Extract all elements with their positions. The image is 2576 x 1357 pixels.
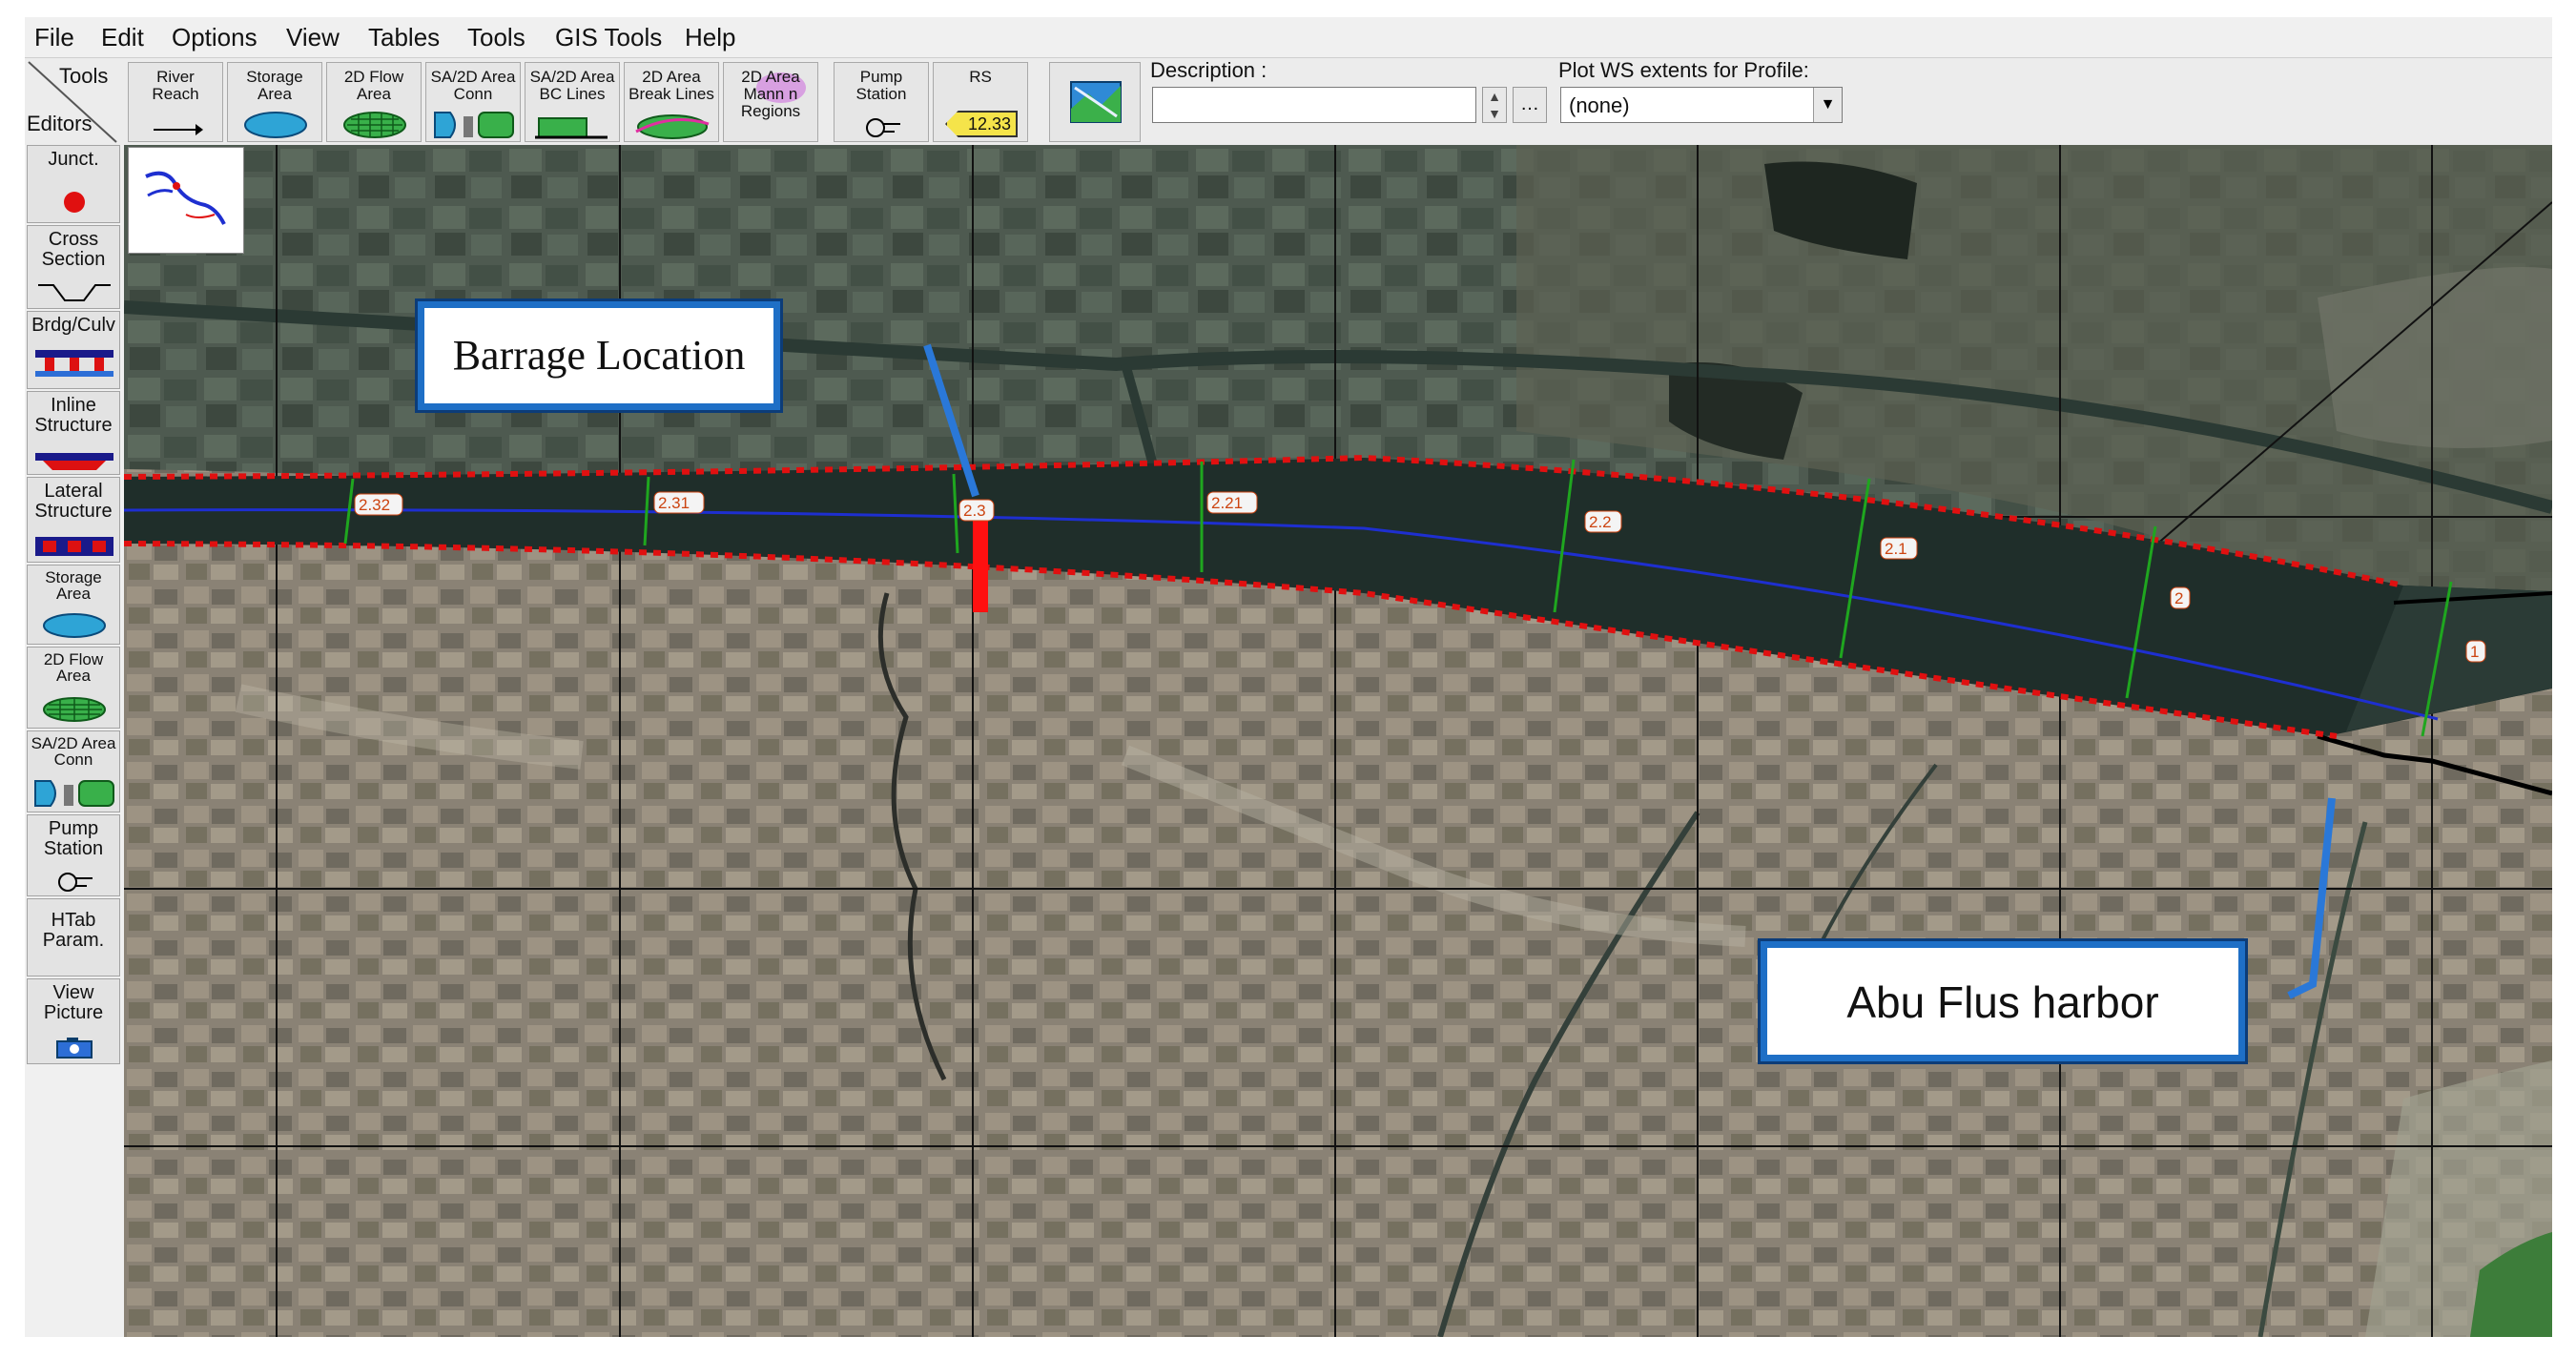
sa-2d-conn-side-button[interactable]: SA/2D Area Conn [27,730,120,812]
pump-station-side-button[interactable]: Pump Station [27,814,120,896]
camera-icon [56,1038,93,1059]
break-lines-icon [635,114,710,139]
rs-button[interactable]: RS 12.33 [933,62,1028,142]
plot-ws-profile-select[interactable]: (none) ▼ [1560,87,1843,123]
brdg-culv-label: Brdg/Culv [31,315,115,336]
menu-help[interactable]: Help [685,23,735,52]
barrage-location-callout: Barrage Location [418,301,780,410]
inline-structure-label: Inline Structure [34,395,113,436]
description-input[interactable] [1152,87,1476,123]
storage-area-icon [244,112,307,138]
junct-label: Junct. [48,149,99,170]
menu-view[interactable]: View [286,23,340,52]
menu-file[interactable]: File [34,23,74,52]
xs-label: 2.1 [1885,540,1907,558]
storage-area-side-button[interactable]: Storage Area [27,565,120,645]
rs-label: RS [969,68,992,86]
sa-2d-conn-side-label: SA/2D Area Conn [31,734,116,769]
toolbar: Tools Editors River Reach Storage Area 2… [25,57,2552,148]
storage-area-side-label: Storage Area [45,568,102,603]
editors-sidebar: Junct. Cross Section Brdg/Culv Inline St… [25,145,126,1337]
abu-flus-harbor-text: Abu Flus harbor [1846,977,2159,1027]
description-label: Description : [1150,58,1267,82]
chevron-down-icon[interactable]: ▼ [1813,88,1842,122]
storage-area-label: Storage Area [246,68,303,103]
river-network-icon [145,171,226,225]
htab-param-label: HTab Param. [42,910,105,951]
northeast-field [2318,267,2552,448]
rs-tag-icon: 12.33 [945,111,1018,137]
storage-area-button[interactable]: Storage Area [227,62,322,142]
xs-label: 2.2 [1589,513,1612,531]
editors-label: Editors [27,112,93,135]
htab-param-button[interactable]: HTab Param. [27,898,120,977]
2d-break-lines-label: 2D Area Break Lines [629,68,714,103]
river-reach-label: River Reach [152,68,199,103]
view-picture-label: View Picture [43,982,104,1023]
2d-grid-icon [343,112,406,138]
description-browse-button[interactable]: … [1513,87,1547,123]
menu-tools[interactable]: Tools [467,23,526,52]
abu-flus-harbor-callout: Abu Flus harbor [1761,941,2245,1061]
pump-station-side-label: Pump Station [43,818,104,859]
menu-bar: File Edit Options View Tables Tools GIS … [25,17,2552,57]
menu-gis-tools[interactable]: GIS Tools [555,23,662,52]
lateral-structure-button[interactable]: Lateral Structure [27,477,120,563]
2d-flow-area-label: 2D Flow Area [343,68,404,103]
sa-2d-conn-button[interactable]: SA/2D Area Conn [425,62,521,142]
xs-label: 1 [2470,643,2479,661]
menu-tables[interactable]: Tables [368,23,440,52]
brdg-culv-button[interactable]: Brdg/Culv [27,311,120,389]
junct-button[interactable]: Junct. [27,145,120,223]
plot-ws-value: (none) [1569,93,1630,117]
sa-2d-conn-icon [34,780,114,807]
xs-label: 2.3 [963,502,986,520]
arrow-right-icon [154,124,203,135]
sa-2d-conn-icon [434,112,514,138]
cross-section-button[interactable]: Cross Section [27,225,120,309]
description-spinner[interactable]: ▲ ▼ [1482,87,1507,123]
barrage-location-text: Barrage Location [452,332,746,379]
tools-label: Tools [59,64,109,88]
2d-flow-area-side-label: 2D Flow Area [43,650,104,685]
pump-station-label: Pump Station [855,68,907,103]
bridge-icon [35,350,113,377]
bc-lines-icon [535,117,608,139]
rs-badge: 12.33 [968,114,1012,134]
river-reach-button[interactable]: River Reach [128,62,223,142]
tools-editors-header: Tools Editors [25,58,120,146]
sa-2d-bc-lines-label: SA/2D Area BC Lines [529,68,615,103]
2d-flow-area-button[interactable]: 2D Flow Area [326,62,422,142]
sa-2d-conn-label: SA/2D Area Conn [430,68,516,103]
inline-structure-button[interactable]: Inline Structure [27,391,120,475]
menu-options[interactable]: Options [172,23,258,52]
2d-mann-regions-button[interactable]: 2D Area Mann n Regions [723,62,818,142]
xs-label: 2.32 [359,496,390,514]
lateral-structure-label: Lateral Structure [34,481,113,522]
cross-section-label: Cross Section [41,229,106,270]
sa-2d-bc-lines-button[interactable]: SA/2D Area BC Lines [525,62,620,142]
background-map-button[interactable] [1049,62,1141,142]
2d-grid-icon [43,697,106,722]
xs-label: 2 [2174,589,2183,607]
xs-label: 2.31 [658,494,690,512]
map-layer-icon [1070,81,1122,123]
2d-mann-regions-label: 2D Area Mann n Regions [740,68,801,120]
plot-ws-label: Plot WS extents for Profile: [1558,58,1809,82]
pump-icon [866,118,900,137]
pump-station-button[interactable]: Pump Station [834,62,929,142]
cross-section-icon [38,284,111,301]
view-picture-button[interactable]: View Picture [27,978,120,1064]
geometry-map-canvas[interactable]: 2.32 2.31 2.3 2.21 2.2 2.1 2 1 Barrage L… [124,145,2552,1337]
2d-flow-area-side-button[interactable]: 2D Flow Area [27,647,120,729]
storage-area-icon [43,613,106,638]
xs-label: 2.21 [1211,494,1243,512]
pump-icon [58,873,93,892]
menu-edit[interactable]: Edit [101,23,144,52]
junction-dot-icon [64,192,85,213]
2d-break-lines-button[interactable]: 2D Area Break Lines [624,62,719,142]
river-system-legend[interactable] [128,147,244,254]
lateral-structure-icon [35,537,113,556]
inline-structure-icon [35,453,113,470]
